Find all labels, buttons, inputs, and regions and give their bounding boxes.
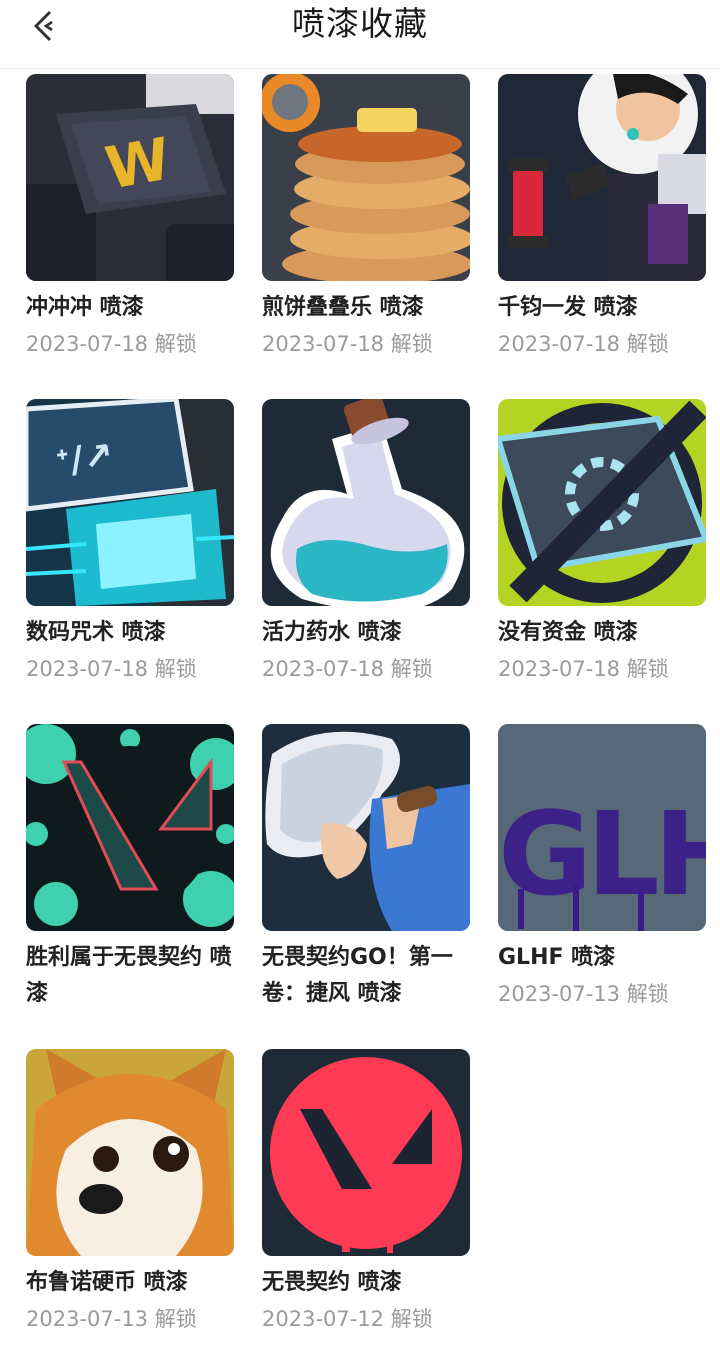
spray-thumbnail: [498, 74, 706, 281]
spray-unlock-date: 2023-07-12 解锁: [262, 1307, 433, 1331]
spray-name: 活力药水 喷漆: [262, 620, 402, 645]
spray-unlock-date: 2023-07-18 解锁: [498, 657, 669, 681]
spray-thumbnail: [498, 399, 706, 606]
spray-name: 千钧一发 喷漆: [498, 295, 638, 320]
spray-name: 数码咒术 喷漆: [26, 620, 166, 645]
spray-unlock-date: 2023-07-18 解锁: [26, 332, 197, 356]
spray-thumbnail: [262, 1049, 470, 1256]
spray-unlock-date: 2023-07-18 解锁: [26, 657, 197, 681]
spray-unlock-date: 2023-07-18 解锁: [498, 332, 669, 356]
spray-unlock-date: 2023-07-18 解锁: [262, 332, 433, 356]
spray-name: 无畏契约 喷漆: [262, 1270, 402, 1295]
header-bar: 喷漆收藏: [0, 0, 720, 69]
spray-thumbnail: [26, 1049, 234, 1256]
spray-thumbnail: [262, 74, 470, 281]
spray-name: 没有资金 喷漆: [498, 620, 638, 645]
spray-name: 无畏契约GO！第一卷：捷风 喷漆: [262, 945, 453, 1006]
spray-thumbnail: W: [26, 74, 234, 281]
spray-name: GLHF 喷漆: [498, 945, 616, 970]
spray-thumbnail: ᐩ/↗: [26, 399, 234, 606]
page-title: 喷漆收藏: [292, 4, 428, 43]
spray-unlock-date: 2023-07-13 解锁: [26, 1307, 197, 1331]
spray-name: 煎饼叠叠乐 喷漆: [262, 295, 424, 320]
spray-unlock-date: 2023-07-18 解锁: [262, 657, 433, 681]
svg-text:ᐩ/↗: ᐩ/↗: [53, 435, 116, 484]
spray-thumbnail: GLHF: [498, 724, 706, 931]
spray-thumbnail: [262, 724, 470, 931]
spray-name: 胜利属于无畏契约 喷漆: [26, 945, 232, 1006]
spray-unlock-date: 2023-07-13 解锁: [498, 982, 669, 1006]
svg-text:GLHF: GLHF: [498, 788, 706, 922]
spray-name: 布鲁诺硬币 喷漆: [26, 1270, 188, 1295]
spray-name: 冲冲冲 喷漆: [26, 295, 144, 320]
spray-thumbnail: [262, 399, 470, 606]
svg-text:W: W: [101, 125, 176, 203]
spray-thumbnail: [26, 724, 234, 931]
